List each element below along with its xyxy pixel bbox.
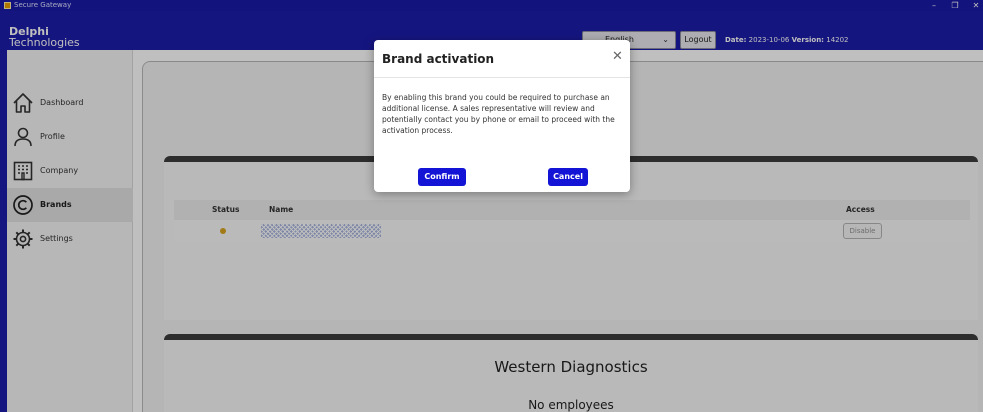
confirm-button[interactable]: Confirm <box>418 168 466 186</box>
dialog-divider <box>374 77 630 78</box>
dialog-title: Brand activation <box>382 52 495 66</box>
close-icon[interactable]: ✕ <box>612 50 623 64</box>
cancel-button[interactable]: Cancel <box>548 168 588 186</box>
brand-activation-dialog: Brand activation ✕ By enabling this bran… <box>374 40 630 192</box>
dialog-message: By enabling this brand you could be requ… <box>382 93 615 135</box>
